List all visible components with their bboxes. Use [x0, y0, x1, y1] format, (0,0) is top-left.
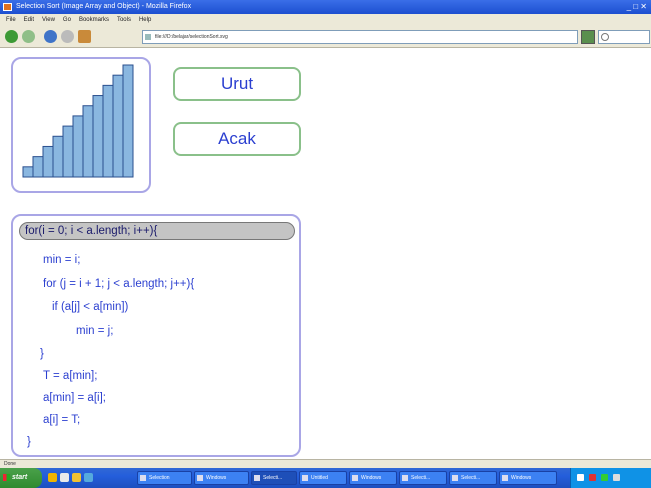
array-chart-panel [11, 57, 151, 193]
quicklaunch-icon[interactable] [72, 473, 81, 482]
page-content: Urut Acak for(i = 0; i < a.length; i++){… [0, 49, 651, 459]
taskbar-button[interactable]: Selecti... [449, 471, 497, 485]
menu-view[interactable]: View [42, 14, 55, 26]
windows-logo-icon [3, 474, 10, 481]
window-controls[interactable]: _ □ ✕ [627, 2, 647, 12]
array-bar [62, 125, 74, 178]
tray-icon[interactable] [613, 474, 620, 481]
code-line: T = a[min]; [43, 370, 98, 382]
taskbar: start Selection Windows Selecti... Untit… [0, 468, 651, 488]
shuffle-button[interactable]: Acak [173, 122, 301, 156]
code-line: for (j = i + 1; j < a.length; j++){ [43, 278, 195, 290]
back-icon[interactable] [5, 30, 18, 43]
taskbar-button[interactable]: Windows [499, 471, 557, 485]
code-line: a[min] = a[i]; [43, 392, 106, 404]
quicklaunch-icon[interactable] [84, 473, 93, 482]
start-label: start [12, 474, 28, 481]
taskbar-button-active[interactable]: Selecti... [251, 471, 297, 485]
tray-icon[interactable] [577, 474, 584, 481]
array-bar [22, 166, 34, 178]
array-bar [52, 135, 64, 178]
quicklaunch-icon[interactable] [60, 473, 69, 482]
home-icon[interactable] [78, 30, 91, 43]
firefox-icon [3, 3, 12, 11]
window-title: Selection Sort (Image Array and Object) … [16, 3, 192, 10]
menu-file[interactable]: File [6, 14, 16, 26]
sort-button[interactable]: Urut [173, 67, 301, 101]
go-button[interactable] [581, 30, 595, 44]
menu-bookmarks[interactable]: Bookmarks [79, 14, 109, 26]
system-tray [570, 468, 651, 488]
reload-icon[interactable] [44, 30, 57, 43]
tray-icon[interactable] [589, 474, 596, 481]
array-bar [32, 156, 44, 178]
code-line: } [40, 348, 44, 360]
navigation-toolbar: file:///D:/belajar/selectionSort.svg [0, 26, 651, 48]
search-box[interactable] [598, 30, 650, 44]
code-line: } [27, 436, 31, 448]
taskbar-button[interactable]: Windows [349, 471, 397, 485]
array-bar [72, 115, 84, 178]
array-bar-chart [22, 64, 134, 178]
code-line: min = j; [76, 325, 114, 337]
taskbar-button[interactable]: Windows [194, 471, 249, 485]
array-bar [122, 64, 134, 178]
taskbar-button[interactable]: Selection [137, 471, 192, 485]
code-line: if (a[j] < a[min]) [52, 301, 129, 313]
code-line: min = i; [43, 254, 81, 266]
start-button[interactable]: start [0, 468, 42, 488]
menu-tools[interactable]: Tools [117, 14, 131, 26]
array-bar [112, 74, 124, 178]
search-icon [601, 33, 609, 41]
page-icon [145, 34, 151, 40]
menu-edit[interactable]: Edit [24, 14, 34, 26]
code-line: a[i] = T; [43, 414, 81, 426]
window-titlebar[interactable]: Selection Sort (Image Array and Object) … [0, 0, 651, 14]
menu-go[interactable]: Go [63, 14, 71, 26]
menu-help[interactable]: Help [139, 14, 151, 26]
array-bar [42, 145, 54, 178]
status-text: Done [4, 461, 16, 467]
taskbar-button[interactable]: Untitled [299, 471, 347, 485]
array-bar [92, 95, 104, 178]
array-bar [82, 105, 94, 178]
taskbar-button[interactable]: Selecti... [399, 471, 447, 485]
address-text: file:///D:/belajar/selectionSort.svg [155, 34, 228, 40]
status-bar: Done [0, 459, 651, 468]
array-bar [102, 84, 114, 178]
menu-bar: File Edit View Go Bookmarks Tools Help [0, 14, 651, 26]
code-line-highlighted: for(i = 0; i < a.length; i++){ [19, 222, 295, 240]
quicklaunch-icon[interactable] [48, 473, 57, 482]
code-panel: for(i = 0; i < a.length; i++){ min = i; … [11, 214, 301, 457]
tray-icon[interactable] [601, 474, 608, 481]
stop-icon[interactable] [61, 30, 74, 43]
forward-icon[interactable] [22, 30, 35, 43]
address-bar[interactable]: file:///D:/belajar/selectionSort.svg [142, 30, 578, 44]
